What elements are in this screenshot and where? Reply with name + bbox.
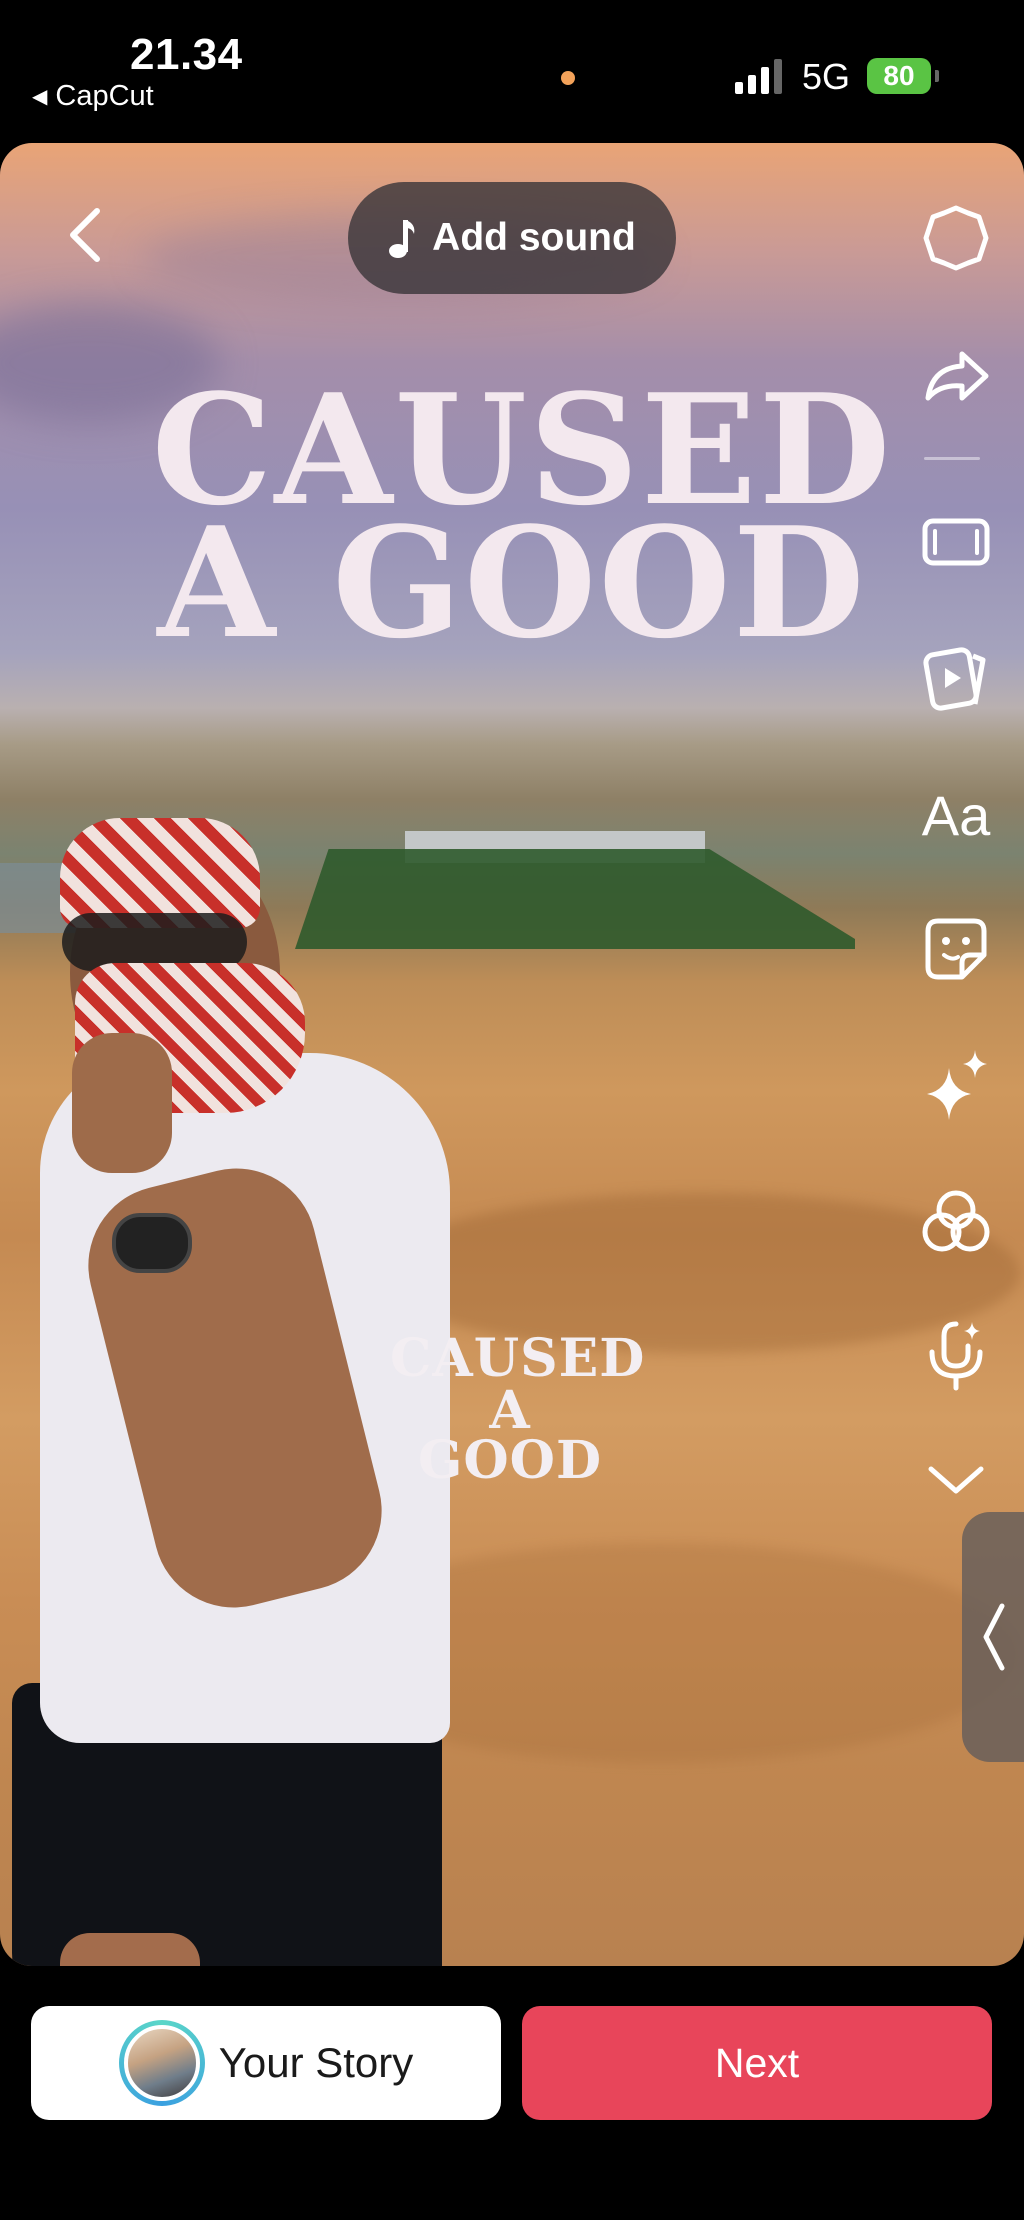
- next-label: Next: [714, 2039, 800, 2086]
- tools-divider: [924, 457, 980, 460]
- chevron-down-icon: [928, 1466, 984, 1494]
- text-icon: Aa: [921, 783, 991, 847]
- story-preview-canvas[interactable]: CAUSED A GOOD CAUSED A GOOD: [0, 143, 1024, 1966]
- your-story-button[interactable]: Your Story: [31, 2006, 501, 2120]
- text-button[interactable]: Aa: [916, 775, 996, 855]
- privacy-indicator-dot: [561, 71, 575, 85]
- templates-button[interactable]: [916, 637, 996, 717]
- aspect-ratio-icon: [922, 518, 990, 566]
- network-type: 5G: [802, 56, 851, 97]
- chevron-left-icon: [983, 1603, 1005, 1671]
- sticker-button[interactable]: [916, 909, 996, 989]
- sparkles-icon: [927, 1050, 987, 1120]
- person-watch: [112, 1213, 192, 1273]
- overlay-small-title-line1[interactable]: CAUSED: [390, 1333, 644, 1385]
- person-hand: [72, 1033, 172, 1173]
- effects-button[interactable]: [916, 1045, 996, 1125]
- status-bar: 21.34 ◀ CapCut 5G 80: [0, 0, 1024, 140]
- back-triangle-icon: ◀: [32, 86, 48, 108]
- share-icon: [925, 351, 989, 401]
- filters-icon: [922, 1190, 990, 1252]
- person-photo: [0, 673, 460, 1966]
- back-button[interactable]: [55, 200, 115, 270]
- avatar: [118, 2020, 205, 2106]
- add-sound-button[interactable]: Add sound: [348, 182, 676, 294]
- settings-icon: [923, 205, 989, 271]
- more-tools-button[interactable]: [916, 1440, 996, 1520]
- person-leg: [60, 1933, 200, 1966]
- overlay-small-title-line2[interactable]: A GOOD: [390, 1385, 630, 1487]
- your-story-label: Your Story: [218, 2039, 414, 2086]
- add-sound-label: Add sound: [432, 216, 636, 259]
- side-panel-toggle[interactable]: [962, 1512, 1024, 1762]
- back-app-label: CapCut: [55, 80, 154, 112]
- next-button[interactable]: Next: [522, 2006, 992, 2120]
- sticker-icon: [925, 918, 987, 980]
- share-button[interactable]: [916, 336, 996, 416]
- person-headscarf: [60, 818, 260, 928]
- clock: 21.34: [130, 30, 243, 79]
- voice-effects-button[interactable]: [916, 1316, 996, 1396]
- back-to-app-link[interactable]: ◀ CapCut: [32, 80, 154, 113]
- templates-icon: [923, 647, 986, 711]
- voice-effects-icon: [929, 1321, 983, 1391]
- music-note-icon: [389, 220, 415, 258]
- filters-button[interactable]: [916, 1181, 996, 1261]
- aspect-ratio-button[interactable]: [916, 502, 996, 582]
- overlay-title-line2[interactable]: A GOOD: [0, 493, 1024, 672]
- signal-strength-icon: [735, 58, 782, 94]
- battery-indicator: 80: [867, 58, 939, 94]
- settings-button[interactable]: [916, 198, 996, 278]
- battery-level: 80: [883, 60, 915, 91]
- chevron-left-icon: [70, 208, 100, 262]
